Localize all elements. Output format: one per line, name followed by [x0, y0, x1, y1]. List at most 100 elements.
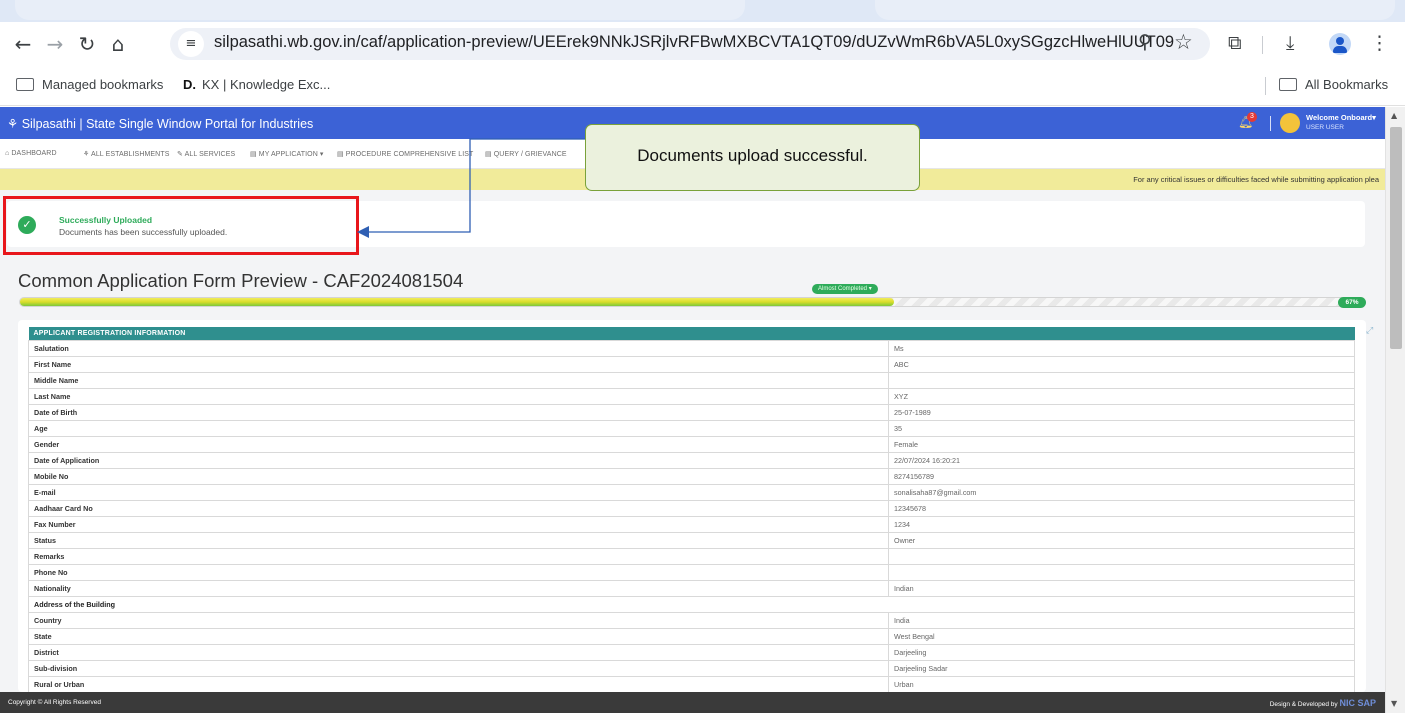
- all-bookmarks[interactable]: All Bookmarks: [1279, 77, 1388, 92]
- bookmark-kx[interactable]: D. KX | Knowledge Exc...: [183, 77, 330, 92]
- progress-status-badge: Almost Completed ▾: [812, 284, 878, 294]
- row-value: 8274156789: [887, 467, 1356, 485]
- back-icon[interactable]: ←: [10, 32, 36, 56]
- scroll-down-icon[interactable]: ▼: [1391, 699, 1397, 708]
- managed-folder-icon: [16, 78, 34, 91]
- highlight-annotation-box: [3, 196, 359, 255]
- all-bookmarks-label: All Bookmarks: [1305, 77, 1389, 92]
- copyright-text: Copyright © All Rights Reserved: [8, 699, 101, 706]
- url-text[interactable]: silpasathi.wb.gov.in/caf/application-pre…: [214, 33, 1174, 52]
- table-row: Date of Application 22/07/2024 16:20:21: [28, 451, 1356, 469]
- welcome-text[interactable]: Welcome Onboard▾: [1306, 113, 1376, 122]
- row-label: Nationality: [28, 579, 889, 597]
- table-row: Age 35: [28, 419, 1356, 437]
- address-bar[interactable]: ≡ silpasathi.wb.gov.in/caf/application-p…: [170, 28, 1210, 60]
- header-divider: [1270, 116, 1271, 131]
- row-value: Ms: [887, 339, 1356, 357]
- menu-my-application[interactable]: ▤ MY APPLICATION ▾: [250, 150, 324, 158]
- notice-text: For any critical issues or difficulties …: [1133, 175, 1379, 184]
- row-label: Sub-division: [28, 659, 889, 677]
- credit-text: Design & Developed by: [1269, 701, 1338, 708]
- profile-avatar-icon[interactable]: [1329, 33, 1351, 55]
- callout-annotation: Documents upload successful.: [585, 124, 920, 191]
- progress-percent: 67%: [1338, 297, 1366, 308]
- row-label: Middle Name: [28, 371, 889, 389]
- user-avatar[interactable]: [1280, 113, 1300, 133]
- menu-all-establishments-label: ALL ESTABLISHMENTS: [91, 151, 170, 158]
- menu-procedure-list-label: PROCEDURE COMPREHENSIVE LIST: [345, 151, 474, 158]
- callout-text: Documents upload successful.: [637, 146, 868, 165]
- page-footer: Copyright © All Rights Reserved Design &…: [0, 692, 1385, 713]
- applicant-info-panel: APPLICANT REGISTRATION INFORMATION Salut…: [18, 320, 1366, 693]
- row-label: Date of Application: [28, 451, 889, 469]
- portal-title[interactable]: ⚘ Silpasathi | State Single Window Porta…: [7, 116, 313, 131]
- forward-icon[interactable]: →: [42, 32, 68, 56]
- row-value: 1234: [887, 515, 1356, 533]
- table-row: Country India: [28, 611, 1356, 629]
- table-row: State West Bengal: [28, 627, 1356, 645]
- download-icon[interactable]: ⤓: [1286, 32, 1294, 54]
- menu-all-establishments[interactable]: ⚘ ALL ESTABLISHMENTS: [83, 150, 169, 158]
- screen: ← → ↻ ⌂ ≡ silpasathi.wb.gov.in/caf/appli…: [0, 0, 1405, 713]
- row-label: Date of Birth: [28, 403, 889, 421]
- home-icon[interactable]: ⌂: [105, 32, 131, 56]
- nic-logo[interactable]: NIC SAP: [1339, 698, 1376, 708]
- row-label: First Name: [28, 355, 889, 373]
- row-value: 25-07-1989: [887, 403, 1356, 421]
- table-row: Gender Female: [28, 435, 1356, 453]
- table-body: Salutation Ms First Name ABC Middle Name Last…: [27, 339, 1356, 693]
- row-value: ABC: [887, 355, 1356, 373]
- browser-tab[interactable]: [875, 0, 1395, 20]
- managed-bookmarks[interactable]: Managed bookmarks: [16, 77, 163, 92]
- portal-title-text: Silpasathi | State Single Window Portal …: [21, 117, 314, 131]
- menu-procedure-list[interactable]: ▤ PROCEDURE COMPREHENSIVE LIST: [337, 150, 473, 158]
- row-value: Urban: [887, 675, 1356, 693]
- row-label: E-mail: [28, 483, 889, 501]
- row-label: Last Name: [28, 387, 889, 405]
- scrollbar-thumb[interactable]: [1390, 127, 1402, 349]
- browser-tab[interactable]: [15, 0, 745, 20]
- menu-all-services[interactable]: ✎ ALL SERVICES: [177, 150, 235, 158]
- row-label: Address of the Building: [27, 595, 1356, 613]
- expand-icon[interactable]: ⤢: [1366, 326, 1373, 336]
- reload-icon[interactable]: ↻: [74, 32, 100, 56]
- extensions-icon[interactable]: ⧉: [1228, 32, 1242, 54]
- row-value: sonalisaha87@gmail.com: [887, 483, 1356, 501]
- managed-bookmarks-label: Managed bookmarks: [42, 77, 164, 92]
- table-row: Salutation Ms: [28, 339, 1356, 357]
- menu-dashboard[interactable]: ⌂ DASHBOARD: [5, 150, 57, 157]
- row-label: Age: [28, 419, 889, 437]
- scroll-up-icon[interactable]: ▲: [1391, 111, 1397, 120]
- progress-bar: [19, 297, 1365, 307]
- table-row: Date of Birth 25-07-1989: [28, 403, 1356, 421]
- notification-badge: 3: [1247, 112, 1257, 122]
- row-label: Salutation: [28, 339, 889, 357]
- site-settings-icon[interactable]: ≡: [178, 31, 204, 57]
- table-heading: APPLICANT REGISTRATION INFORMATION: [28, 327, 1355, 340]
- menu-my-application-label: MY APPLICATION: [258, 151, 318, 158]
- row-value: 35: [887, 419, 1356, 437]
- table-header-row: APPLICANT REGISTRATION INFORMATION: [28, 327, 1355, 340]
- page-scrollbar[interactable]: ▲ ▼: [1385, 107, 1405, 713]
- row-value: Darjeeling: [887, 643, 1356, 661]
- toolbar-divider: [1262, 36, 1263, 54]
- row-label: Remarks: [28, 547, 889, 565]
- table-row: Remarks: [28, 547, 1356, 565]
- bookmark-star-icon[interactable]: ☆: [1174, 30, 1193, 54]
- menu-kebab-icon[interactable]: ⋮: [1370, 32, 1389, 54]
- menu-query-grievance[interactable]: ▤ QUERY / GRIEVANCE: [485, 150, 567, 158]
- browser-tab-strip: [0, 0, 1405, 22]
- table-row: E-mail sonalisaha87@gmail.com: [28, 483, 1356, 501]
- row-value: Darjeeling Sadar: [887, 659, 1356, 677]
- table-row: Aadhaar Card No 12345678: [28, 499, 1356, 517]
- kx-favicon-icon: D.: [183, 77, 196, 92]
- row-value: Indian: [887, 579, 1356, 597]
- row-value: XYZ: [887, 387, 1356, 405]
- user-name: USER USER: [1306, 124, 1344, 131]
- progress-status-text: Almost Completed: [818, 286, 868, 292]
- row-value: India: [887, 611, 1356, 629]
- table-row: Rural or Urban Urban: [28, 675, 1356, 693]
- zoom-icon[interactable]: ⚲: [1138, 31, 1152, 53]
- row-label: Mobile No: [28, 467, 889, 485]
- table-row: Address of the Building: [27, 595, 1356, 613]
